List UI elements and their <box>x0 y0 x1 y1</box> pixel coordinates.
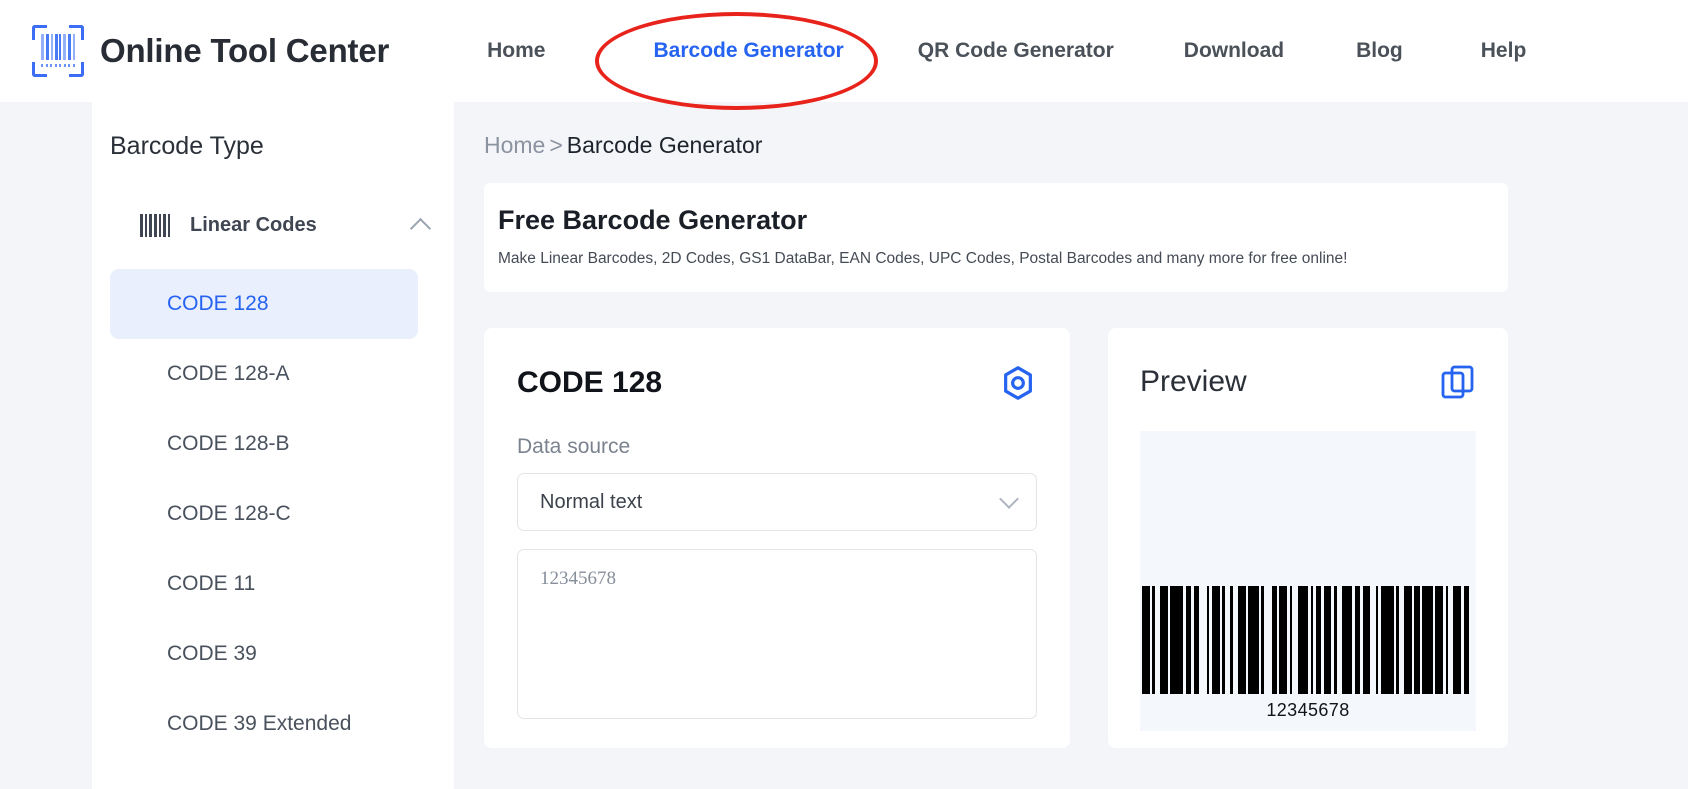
sidebar-item-code-128-a[interactable]: CODE 128-A <box>110 339 418 409</box>
barcode-image <box>1141 586 1474 694</box>
barcode-content-placeholder: 12345678 <box>540 568 616 589</box>
nav-item-home[interactable]: Home <box>487 33 545 69</box>
breadcrumb-home[interactable]: Home <box>484 132 545 158</box>
sidebar-item-code-128[interactable]: CODE 128 <box>110 269 418 339</box>
sidebar-item-code-128-b[interactable]: CODE 128-B <box>110 409 418 479</box>
chevron-down-icon <box>999 489 1019 509</box>
barcode-type-list: CODE 128 CODE 128-A CODE 128-B CODE 128-… <box>92 269 454 759</box>
preview-card-header: Preview <box>1140 364 1476 400</box>
sidebar-group-label: Linear Codes <box>190 213 317 236</box>
barcode-scan-icon <box>30 23 86 79</box>
barcode-form-card: CODE 128 Data source Normal text 1234567… <box>484 328 1070 748</box>
data-source-select[interactable]: Normal text <box>517 473 1037 531</box>
preview-card-title: Preview <box>1140 365 1247 398</box>
page-title: Free Barcode Generator <box>498 205 808 235</box>
data-source-value: Normal text <box>540 490 643 513</box>
nav-item-download[interactable]: Download <box>1184 33 1284 69</box>
sidebar: Barcode Type Linear Codes CODE 128 CODE … <box>92 102 454 789</box>
barcode-content-input[interactable]: 12345678 <box>517 549 1037 719</box>
brand-name: Online Tool Center <box>100 32 390 69</box>
copy-icon[interactable] <box>1440 364 1476 400</box>
nav-item-blog[interactable]: Blog <box>1356 33 1403 69</box>
barcode-caption: 12345678 <box>1266 700 1350 720</box>
sidebar-item-code-39[interactable]: CODE 39 <box>110 619 418 689</box>
form-card-title: CODE 128 <box>517 366 663 399</box>
cards-row: CODE 128 Data source Normal text 1234567… <box>484 328 1688 748</box>
site-header: Online Tool Center Home Barcode Generato… <box>0 0 1688 102</box>
nav-item-help[interactable]: Help <box>1481 33 1527 69</box>
sidebar-title: Barcode Type <box>110 132 264 160</box>
main-nav: Home Barcode Generator QR Code Generator… <box>487 33 1526 69</box>
preview-card: Preview 12345678 <box>1108 328 1508 748</box>
sidebar-item-code-39-extended[interactable]: CODE 39 Extended <box>110 689 418 759</box>
sidebar-item-code-128-c[interactable]: CODE 128-C <box>110 479 418 549</box>
form-card-header: CODE 128 <box>517 364 1037 402</box>
data-source-label: Data source <box>517 435 631 458</box>
page-subtitle: Make Linear Barcodes, 2D Codes, GS1 Data… <box>498 250 1348 267</box>
page-root: Online Tool Center Home Barcode Generato… <box>0 0 1688 789</box>
hexagon-settings-icon[interactable] <box>999 364 1037 402</box>
nav-item-qr-code-generator[interactable]: QR Code Generator <box>918 33 1114 69</box>
barcode-icon <box>140 213 172 237</box>
breadcrumb-separator: > <box>549 132 563 158</box>
breadcrumb: Home > Barcode Generator <box>484 132 1688 159</box>
nav-item-barcode-generator[interactable]: Barcode Generator <box>654 33 844 69</box>
chevron-up-icon[interactable] <box>409 217 432 239</box>
sidebar-group-linear-codes[interactable]: Linear Codes <box>140 205 432 245</box>
body-area: Barcode Type Linear Codes CODE 128 CODE … <box>0 102 1688 789</box>
breadcrumb-current: Barcode Generator <box>566 132 763 158</box>
brand-logo[interactable]: Online Tool Center <box>30 23 389 79</box>
barcode-preview-stage: 12345678 <box>1140 431 1476 731</box>
banner-card: Free Barcode Generator Make Linear Barco… <box>484 183 1508 292</box>
main-content: Home > Barcode Generator Free Barcode Gene… <box>454 102 1688 789</box>
sidebar-item-code-11[interactable]: CODE 11 <box>110 549 418 619</box>
